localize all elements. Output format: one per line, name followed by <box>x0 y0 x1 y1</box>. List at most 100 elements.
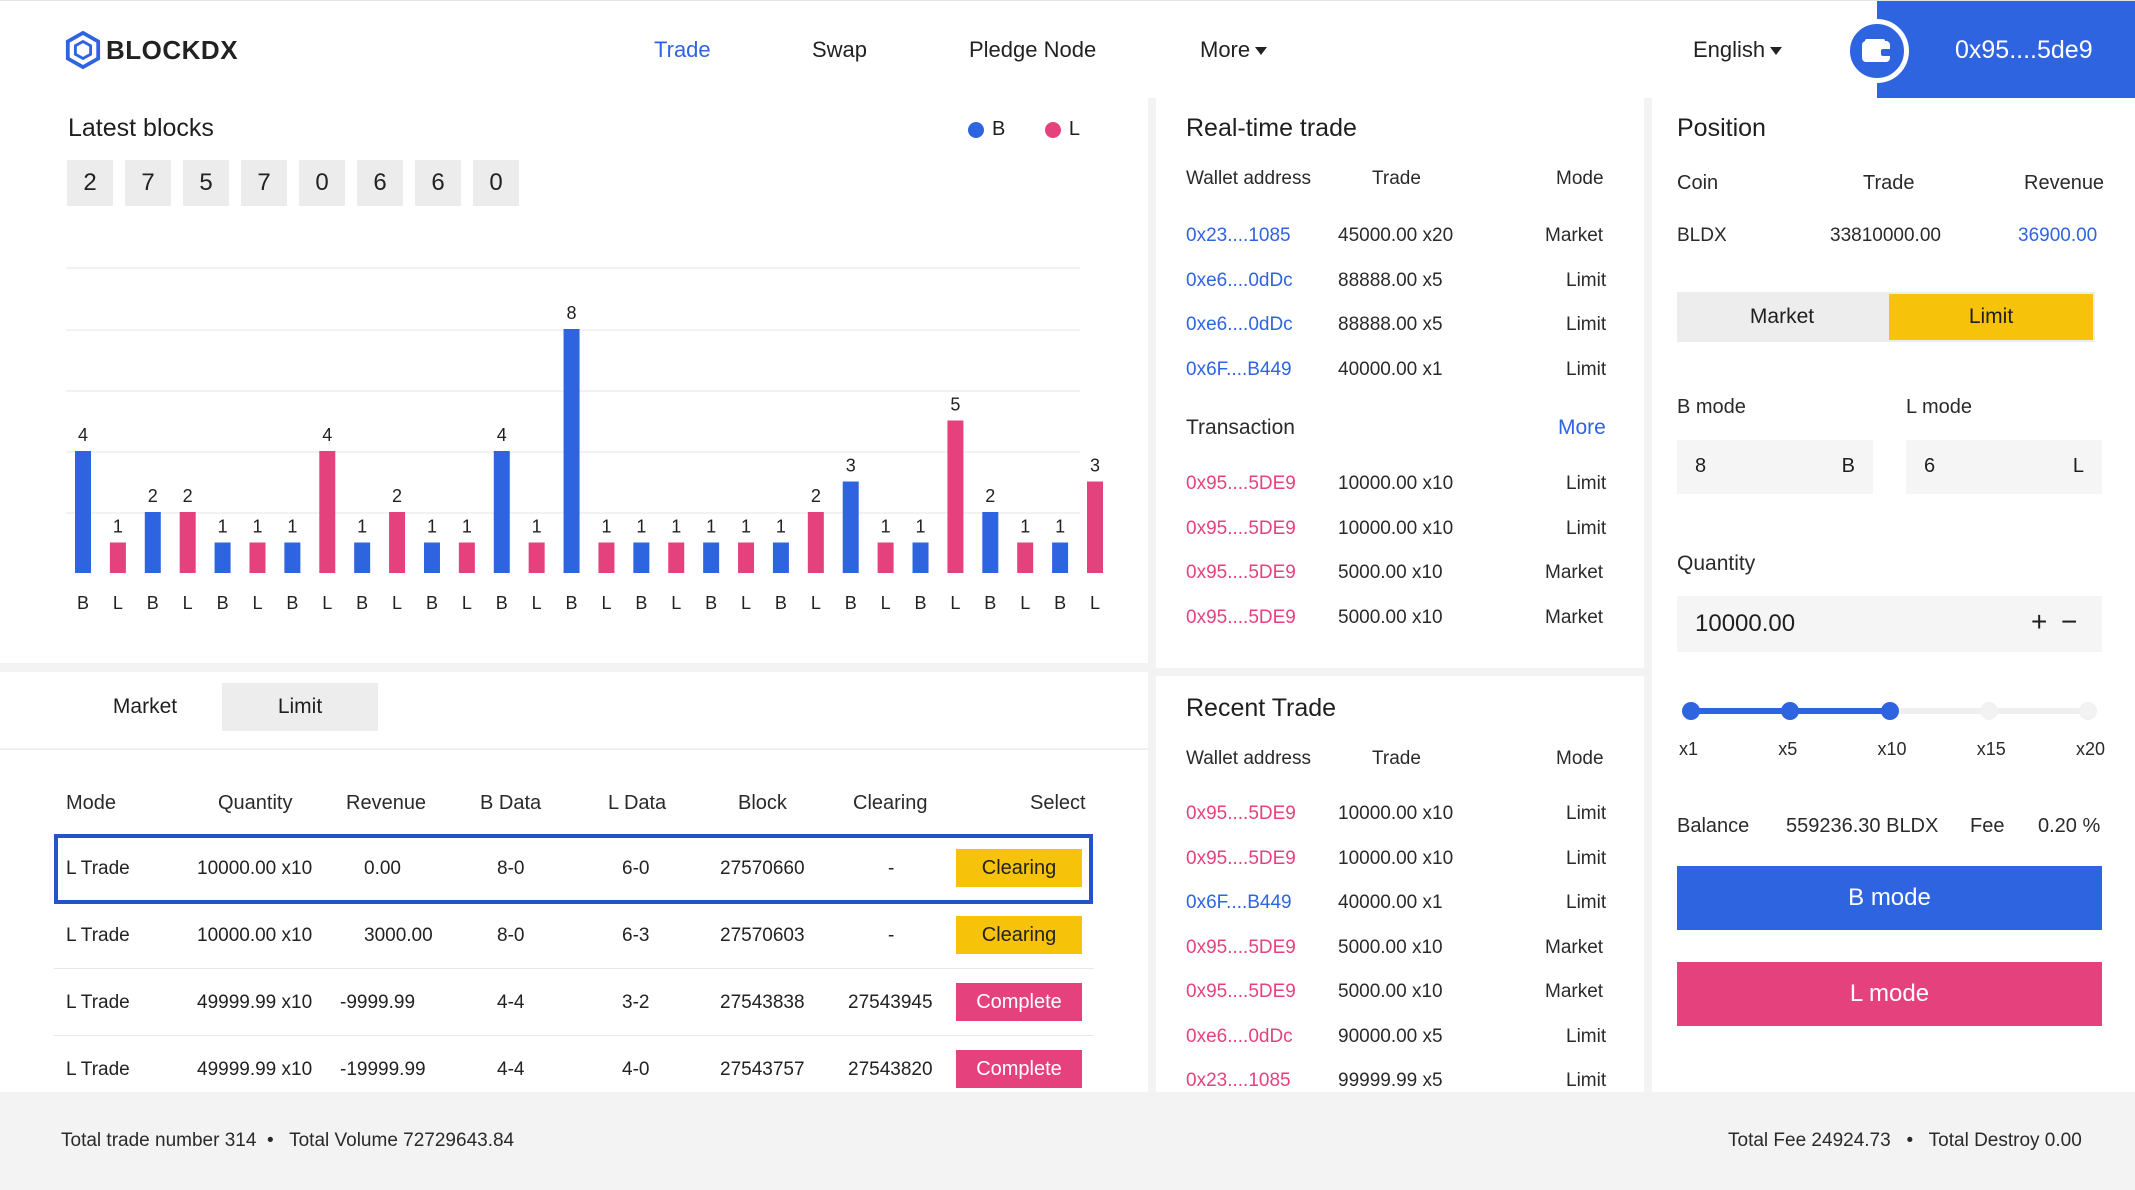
block-digit: 0 <box>299 160 345 206</box>
wallet-address-link[interactable]: 0x95....5DE9 <box>1186 562 1296 584</box>
top-header: BLOCKDX Trade Swap Pledge Node More Engl… <box>0 0 2135 99</box>
chart-bar[interactable] <box>633 542 650 574</box>
wallet-address-link[interactable]: 0x95....5DE9 <box>1186 607 1296 629</box>
chart-data-label: 4 <box>78 425 88 445</box>
chart-bar[interactable] <box>877 542 894 574</box>
wallet-address-link[interactable]: 0x6F....B449 <box>1186 892 1292 914</box>
slider-mark-label: x20 <box>2076 739 2106 759</box>
chart-data-label: 3 <box>1090 456 1100 476</box>
chart-bar[interactable] <box>912 542 929 574</box>
wallet-address-link[interactable]: 0xe6....0dDc <box>1186 1026 1293 1048</box>
chart-bar[interactable] <box>75 451 91 573</box>
b-mode-input[interactable]: 8 B <box>1677 440 1873 494</box>
position-title: Position <box>1677 114 1766 142</box>
order-cell: 49999.99 x10 <box>197 1059 313 1080</box>
chart-bar[interactable] <box>423 542 440 574</box>
order-cell: 4-0 <box>622 1059 650 1080</box>
wallet-address-link[interactable]: 0x95....5DE9 <box>1186 981 1296 1003</box>
nav-more[interactable]: More <box>1200 37 1268 63</box>
nav-swap[interactable]: Swap <box>812 37 867 63</box>
slider-stop[interactable] <box>2079 702 2097 720</box>
chart-bar[interactable] <box>842 481 859 574</box>
slider-mark-label: x15 <box>1976 739 2006 759</box>
chart-bar[interactable] <box>458 542 475 574</box>
chart-tick-label: L <box>252 593 262 613</box>
wallet-address-link[interactable]: 0x95....5DE9 <box>1186 473 1296 495</box>
l-mode-button[interactable]: L mode <box>1677 962 2102 1026</box>
wallet-address-link[interactable]: 0xe6....0dDc <box>1186 270 1293 292</box>
tab-limit[interactable]: Limit <box>222 683 378 731</box>
wallet-address-link[interactable]: 0x6F....B449 <box>1186 359 1292 381</box>
complete-button[interactable]: Complete <box>956 983 1082 1021</box>
minus-icon[interactable]: − <box>2061 606 2077 638</box>
header-wallet-address: Wallet address <box>1186 748 1311 769</box>
chart-tick-label: B <box>426 593 438 613</box>
wallet-address-link[interactable]: 0x23....1085 <box>1186 1070 1291 1092</box>
quantity-input[interactable]: 10000.00 + − <box>1677 596 2102 652</box>
transaction-more-link[interactable]: More <box>1558 416 1606 440</box>
order-cell: 27543945 <box>848 992 933 1013</box>
wallet-address: 0x95....5de9 <box>1955 35 2093 64</box>
l-mode-input[interactable]: 6 L <box>1906 440 2102 494</box>
clearing-button[interactable]: Clearing <box>956 916 1082 954</box>
chart-data-label: 1 <box>881 517 891 537</box>
position-tab-market[interactable]: Market <box>1677 292 1887 342</box>
chart-bar[interactable] <box>703 542 720 574</box>
chart-data-label: 4 <box>322 425 332 445</box>
chart-bar[interactable] <box>1087 481 1103 574</box>
divider <box>0 748 1148 750</box>
b-mode-button[interactable]: B mode <box>1677 866 2102 930</box>
trade-value: 10000.00 x10 <box>1338 847 1454 869</box>
plus-icon[interactable]: + <box>2031 606 2047 638</box>
chart-bar[interactable] <box>179 512 196 573</box>
wallet-address-link[interactable]: 0x95....5DE9 <box>1186 518 1296 540</box>
chart-tick-label: B <box>845 593 857 613</box>
chart-bar[interactable] <box>982 512 999 573</box>
wallet-address-button[interactable]: 0x95....5de9 <box>1877 1 2135 99</box>
chart-bar[interactable] <box>284 542 301 574</box>
wallet-address-link[interactable]: 0x23....1085 <box>1186 225 1291 247</box>
wallet-address-link[interactable]: 0x95....5DE9 <box>1186 803 1296 825</box>
wallet-icon[interactable] <box>1845 19 1909 83</box>
chart-bar[interactable] <box>144 512 161 573</box>
chart-data-label: 2 <box>811 486 821 506</box>
chart-bar[interactable] <box>807 512 824 573</box>
chart-bar[interactable] <box>772 542 789 574</box>
position-tab-limit[interactable]: Limit <box>1889 294 2093 340</box>
chart-bar[interactable] <box>493 451 510 573</box>
chart-bar[interactable] <box>389 512 406 573</box>
chart-bar[interactable] <box>947 420 964 574</box>
wallet-address-link[interactable]: 0x95....5DE9 <box>1186 848 1296 870</box>
chart-bar[interactable] <box>598 542 615 574</box>
chart-bar[interactable] <box>354 542 371 574</box>
slider-stop[interactable] <box>1979 702 1998 720</box>
nav-trade[interactable]: Trade <box>654 37 711 63</box>
chart-bar[interactable] <box>528 542 545 574</box>
chart-bar[interactable] <box>738 542 755 574</box>
wallet-address-link[interactable]: 0xe6....0dDc <box>1186 314 1293 336</box>
chart-bar[interactable] <box>668 542 685 574</box>
orders-header-cell: Quantity <box>218 792 293 814</box>
chart-bar[interactable] <box>109 542 126 574</box>
balance-label: Balance <box>1677 815 1750 837</box>
complete-button[interactable]: Complete <box>956 1050 1082 1088</box>
nav-pledge-node[interactable]: Pledge Node <box>969 37 1096 63</box>
tab-market[interactable]: Market <box>70 683 220 731</box>
chart-bar[interactable] <box>1052 542 1069 574</box>
chart-bar[interactable] <box>249 542 266 574</box>
header-mode: Mode <box>1556 748 1604 769</box>
balance-value: 559236.30 BLDX <box>1786 815 1939 837</box>
slider-mark-label: x10 <box>1877 739 1907 759</box>
chart-data-label: 1 <box>741 517 751 537</box>
slider-stop[interactable] <box>1682 702 1700 720</box>
chart-bar[interactable] <box>1017 542 1034 574</box>
language-select[interactable]: English <box>1693 37 1783 63</box>
chart-bar[interactable] <box>563 329 580 573</box>
chart-bar[interactable] <box>319 451 336 573</box>
logo[interactable]: BLOCKDX <box>64 31 238 69</box>
chart-bar[interactable] <box>214 542 231 574</box>
wallet-address-link[interactable]: 0x95....5DE9 <box>1186 937 1296 959</box>
slider-stop[interactable] <box>1880 702 1899 720</box>
header-trade: Trade <box>1372 748 1421 769</box>
chart-data-label: 3 <box>846 456 856 476</box>
